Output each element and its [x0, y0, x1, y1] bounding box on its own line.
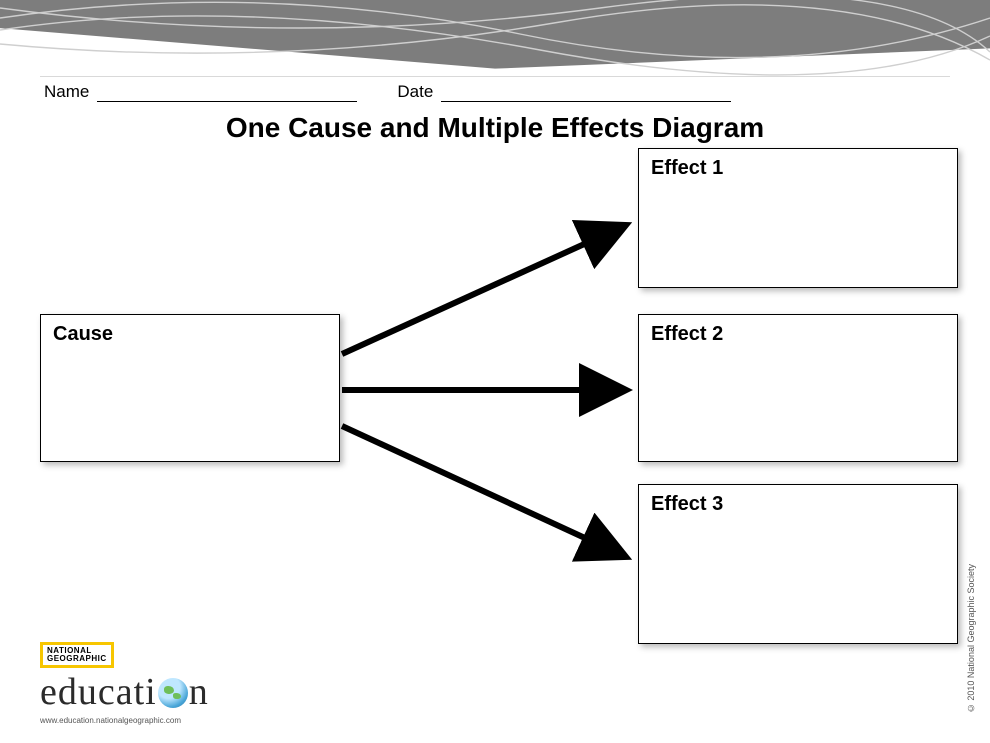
arrow-to-effect-1 — [342, 226, 624, 354]
effect-2-box[interactable]: Effect 2 — [638, 314, 958, 462]
date-field: Date — [397, 82, 731, 102]
header-banner — [0, 0, 990, 78]
header-divider — [40, 76, 950, 77]
banner-swooshes — [0, 0, 990, 78]
edu-prefix: educati — [40, 670, 157, 714]
natgeo-badge-icon: NATIONALGEOGRAPHIC — [40, 642, 114, 668]
page-title: One Cause and Multiple Effects Diagram — [0, 112, 990, 144]
website-url: www.education.nationalgeographic.com — [40, 716, 209, 725]
arrow-to-effect-3 — [342, 426, 624, 556]
effect-1-box[interactable]: Effect 1 — [638, 148, 958, 288]
copyright-text: © 2010 National Geographic Society — [966, 564, 976, 713]
date-input-line[interactable] — [441, 87, 731, 102]
globe-icon — [158, 678, 188, 708]
education-wordmark: educati n — [40, 670, 209, 714]
name-date-row: Name Date — [44, 82, 946, 102]
cause-box[interactable]: Cause — [40, 314, 340, 462]
brand-logo: NATIONALGEOGRAPHIC educati n www.educati… — [40, 642, 209, 725]
name-input-line[interactable] — [97, 87, 357, 102]
date-label: Date — [397, 82, 433, 102]
edu-suffix: n — [189, 670, 209, 714]
name-field: Name — [44, 82, 357, 102]
name-label: Name — [44, 82, 89, 102]
effect-3-box[interactable]: Effect 3 — [638, 484, 958, 644]
